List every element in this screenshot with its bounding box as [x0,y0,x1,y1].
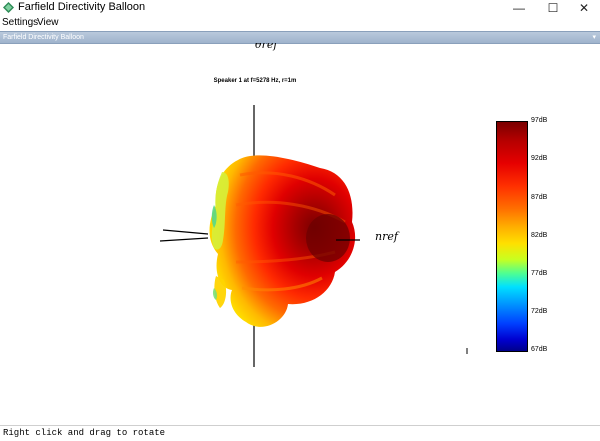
menu-view[interactable]: View [37,17,59,28]
colorbar-label-77: 77dB [531,270,548,277]
directivity-balloon [209,155,356,327]
minimize-icon: — [513,1,525,15]
colorbar-label-72: 72dB [531,308,548,315]
window-title: Farfield Directivity Balloon [18,1,146,13]
plot-title: Speaker 1 at f=5278 Hz, r=1m [213,78,297,84]
close-icon: ✕ [578,1,590,15]
n-ref-label: nref [375,230,400,243]
colorbar-label-67: 67dB [531,346,548,353]
menu-bar: Settings View [0,16,600,30]
colorbar-label-87: 87dB [531,194,548,201]
colorbar-label-82: 82dB [531,232,548,239]
status-bar: Right click and drag to rotate [0,425,600,441]
app-icon [3,2,14,13]
colorbar-label-92: 92dB [531,155,548,162]
title-bar: Farfield Directivity Balloon — ☐ ✕ [0,0,600,16]
colorbar-label-97: 97dB [531,117,548,124]
status-text: Right click and drag to rotate [3,428,166,438]
panel-collapse-icon[interactable]: ▾ [592,32,596,43]
colorbar [496,121,528,352]
maximize-icon: ☐ [547,1,559,15]
theta-ref-label: θref [255,43,279,51]
minimize-button[interactable]: — [503,0,535,16]
close-button[interactable]: ✕ [568,0,600,16]
menu-settings[interactable]: Settings [2,17,38,28]
panel-title: Farfield Directivity Balloon [3,34,84,41]
left-axis-line-upper [162,229,209,235]
maximize-button[interactable]: ☐ [537,0,569,16]
left-axis-line-lower [159,237,209,242]
